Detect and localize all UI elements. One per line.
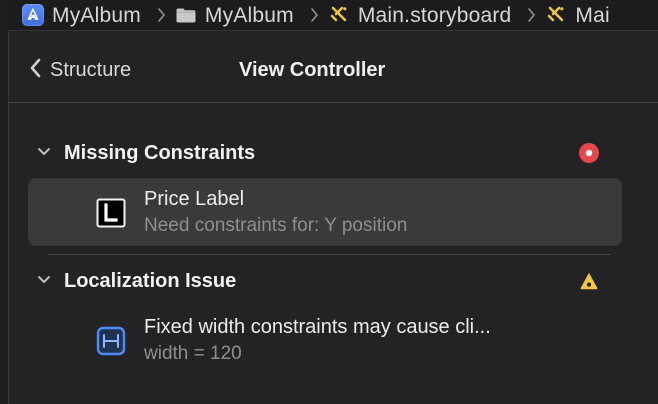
section-title: Localization Issue [64, 270, 237, 292]
chevron-down-icon [36, 272, 52, 288]
error-icon [578, 142, 600, 164]
chevron-down-icon [36, 144, 52, 160]
issue-row-fixed-width[interactable]: Fixed width constraints may cause cli...… [28, 306, 622, 374]
breadcrumb-item-scene[interactable]: Mai [541, 0, 610, 30]
breadcrumb-label: Mai [575, 3, 610, 27]
back-label: Structure [50, 59, 132, 81]
breadcrumb-item-storyboard[interactable]: Main.storyboard [324, 0, 542, 30]
chevron-right-icon [153, 7, 171, 23]
storyboard-icon [545, 4, 567, 26]
section-title: Missing Constraints [64, 142, 256, 164]
folder-icon [175, 6, 197, 24]
page-title: View Controller [239, 59, 386, 81]
warning-icon [578, 270, 600, 292]
app-icon [22, 4, 44, 26]
breadcrumb: MyAlbum MyAlbum Main.storyboard Mai [8, 0, 658, 31]
breadcrumb-item-folder[interactable]: MyAlbum [171, 0, 324, 30]
breadcrumb-label: MyAlbum [52, 3, 141, 27]
issue-subtitle: width = 120 [144, 343, 242, 364]
structure-back-button[interactable]: Structure [28, 57, 131, 83]
chevron-left-icon [28, 57, 42, 83]
breadcrumb-label: Main.storyboard [357, 3, 512, 27]
section-localization-issue[interactable]: Localization Issue [8, 262, 658, 298]
breadcrumb-item-project[interactable]: MyAlbum [8, 0, 171, 30]
issue-subtitle: Need constraints for: Y position [144, 215, 408, 236]
issues-header: Structure View Controller [8, 31, 658, 103]
chevron-right-icon [306, 7, 324, 23]
issue-title: Fixed width constraints may cause cli... [144, 316, 491, 338]
section-divider [48, 254, 610, 255]
issue-title: Price Label [144, 188, 245, 210]
xcode-issues-panel: MyAlbum MyAlbum Main.storyboard Mai Stru… [0, 0, 658, 404]
width-constraint-icon [96, 326, 126, 356]
label-icon [96, 198, 126, 228]
storyboard-icon [328, 4, 350, 26]
breadcrumb-label: MyAlbum [204, 3, 294, 27]
section-missing-constraints[interactable]: Missing Constraints [8, 134, 658, 170]
issue-row-price-label[interactable]: Price Label Need constraints for: Y posi… [28, 178, 622, 246]
chevron-right-icon [523, 7, 541, 23]
